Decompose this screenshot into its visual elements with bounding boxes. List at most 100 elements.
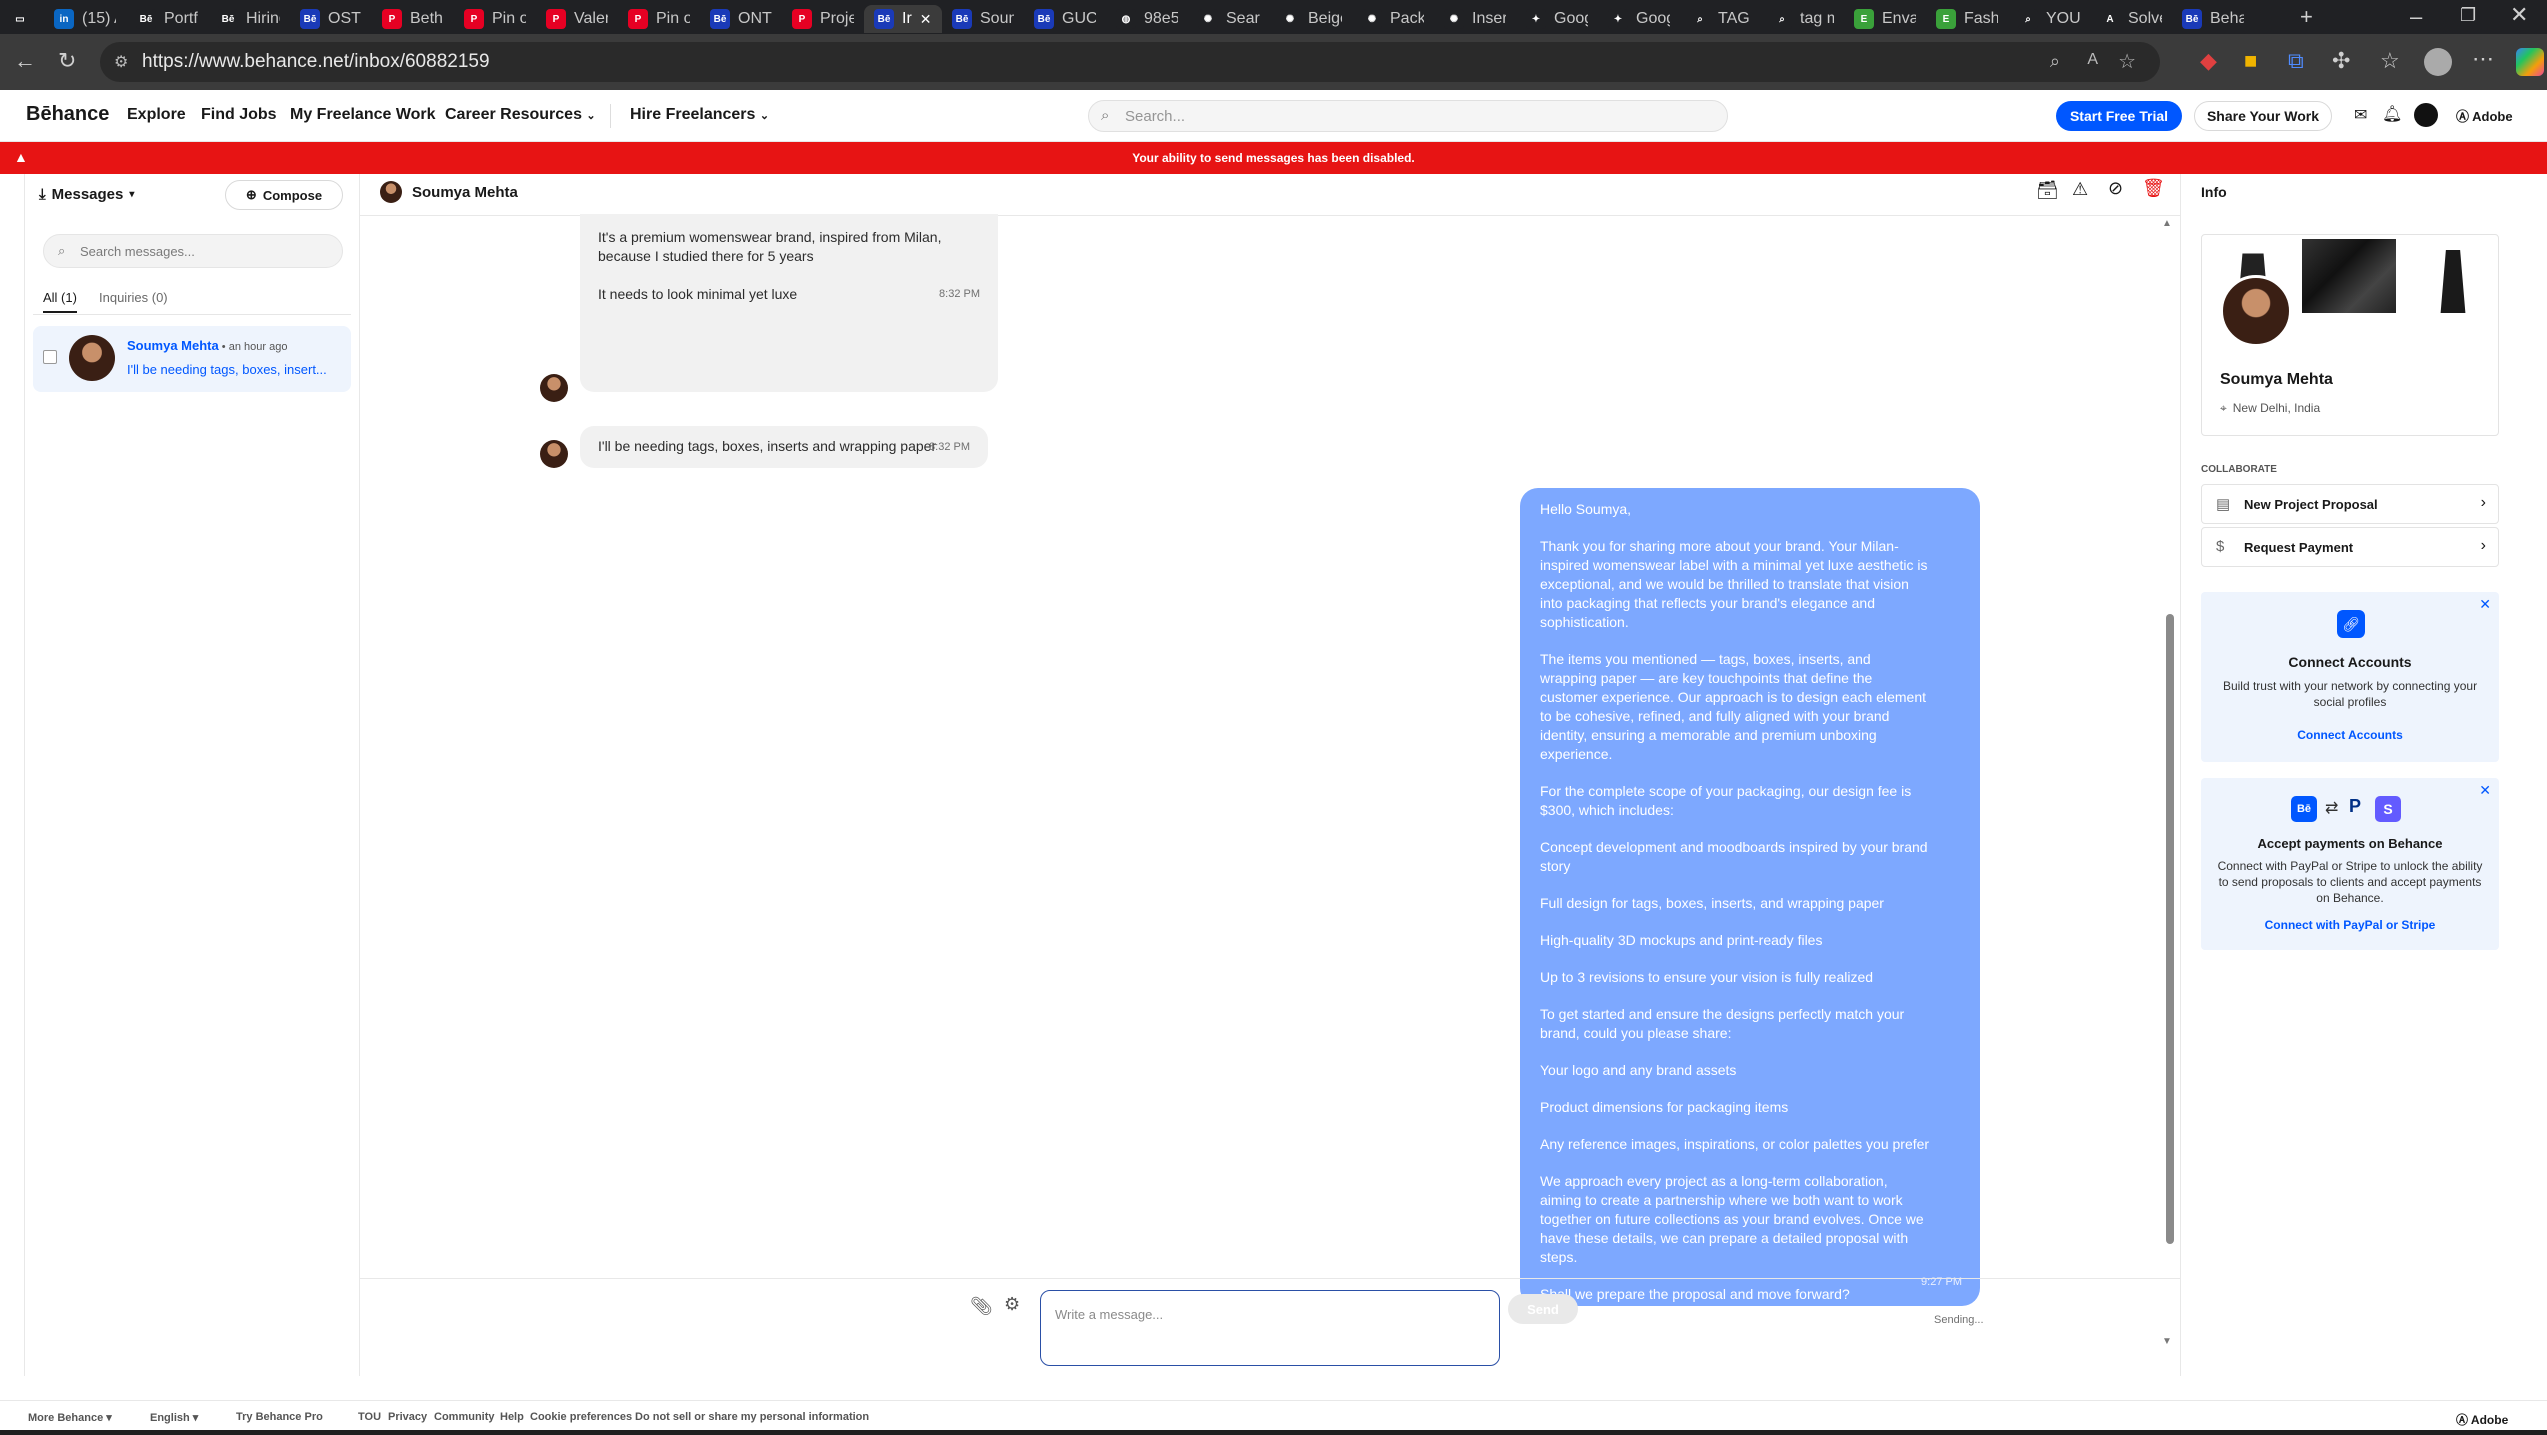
favorites-icon[interactable]: ☆ bbox=[2380, 50, 2400, 72]
browser-tab[interactable]: P Beth bbox=[372, 5, 454, 33]
browser-tab[interactable]: ✺ Beige bbox=[1270, 5, 1352, 33]
settings-gear-icon[interactable]: ⚙ bbox=[1004, 1294, 1020, 1315]
browser-tab[interactable]: Bē Soum bbox=[942, 5, 1024, 33]
close-icon[interactable]: ✕ bbox=[2479, 596, 2491, 613]
footer-community[interactable]: Community bbox=[434, 1411, 495, 1423]
footer-try-pro[interactable]: Try Behance Pro bbox=[236, 1411, 323, 1423]
accept-payments-link[interactable]: Connect with PayPal or Stripe bbox=[2201, 918, 2499, 932]
browser-tab[interactable]: A Solve bbox=[2090, 5, 2172, 33]
extension-color-icon[interactable]: ■ bbox=[2244, 50, 2257, 72]
report-icon[interactable]: ⚠︎ bbox=[2072, 179, 2088, 200]
close-icon[interactable]: ✕ bbox=[2479, 782, 2491, 799]
contact-name[interactable]: Soumya Mehta bbox=[412, 184, 518, 201]
url-field[interactable]: ⚙ https://www.behance.net/inbox/60882159… bbox=[100, 42, 2160, 82]
send-button[interactable]: Send bbox=[1508, 1294, 1578, 1324]
search-messages-input[interactable]: ⌕ Search messages... bbox=[43, 234, 343, 268]
nav-my-freelance-work[interactable]: My Freelance Work bbox=[290, 106, 436, 124]
avatar[interactable] bbox=[2220, 275, 2292, 347]
footer-do-not-sell[interactable]: Do not sell or share my personal informa… bbox=[635, 1411, 869, 1423]
browser-tab[interactable]: ✺ Searc bbox=[1188, 5, 1270, 33]
browser-tab[interactable]: ✺ Packa bbox=[1352, 5, 1434, 33]
scroll-down-icon[interactable]: ▼ bbox=[2162, 1336, 2172, 1347]
scrollbar-thumb[interactable] bbox=[2166, 614, 2174, 1244]
browser-tab[interactable]: Bē Portfo bbox=[126, 5, 208, 33]
browser-tab[interactable]: ◍ 98e5 bbox=[1106, 5, 1188, 33]
bell-icon[interactable]: 🔔︎ bbox=[2382, 104, 2402, 124]
browser-tab[interactable]: Bē Ir ✕ bbox=[864, 5, 942, 33]
footer-cookie-preferences[interactable]: Cookie preferences bbox=[530, 1411, 632, 1423]
minimize-icon[interactable]: – bbox=[2410, 6, 2422, 28]
mail-icon[interactable]: ✉ bbox=[2354, 105, 2367, 125]
new-project-proposal-button[interactable]: ▤ New Project Proposal › bbox=[2201, 484, 2499, 524]
behance-logo[interactable]: Bēhance bbox=[26, 103, 109, 126]
project-thumbnail[interactable] bbox=[2440, 239, 2466, 313]
browser-tab[interactable]: P Pin o bbox=[618, 5, 700, 33]
tab-inquiries[interactable]: Inquiries (0) bbox=[99, 290, 168, 305]
footer-adobe[interactable]: Ⓐ Adobe bbox=[2456, 1411, 2508, 1428]
extension-icon[interactable]: ◆ bbox=[2200, 50, 2217, 72]
archive-icon[interactable]: 🗃︎ bbox=[2036, 180, 2059, 201]
nav-career-resources[interactable]: Career Resources ⌄ bbox=[445, 106, 596, 124]
browser-tab[interactable]: ✺ Insert bbox=[1434, 5, 1516, 33]
start-free-trial-button[interactable]: Start Free Trial bbox=[2056, 101, 2182, 131]
trash-icon[interactable]: 🗑︎ bbox=[2142, 178, 2165, 199]
extension-crop-icon[interactable]: ⧉ bbox=[2288, 50, 2304, 72]
global-search-input[interactable]: ⌕ Search... bbox=[1088, 100, 1728, 132]
browser-tab[interactable]: ⌕ TAG I bbox=[1680, 5, 1762, 33]
close-tab-icon[interactable]: ✕ bbox=[920, 11, 932, 28]
profile-card[interactable]: Soumya Mehta ⌖ New Delhi, India bbox=[2201, 234, 2499, 436]
nav-find-jobs[interactable]: Find Jobs bbox=[201, 106, 277, 124]
compose-button[interactable]: ⊕ Compose bbox=[225, 180, 343, 210]
paperclip-icon[interactable]: 📎︎ bbox=[970, 1296, 993, 1317]
user-avatar[interactable] bbox=[2414, 103, 2438, 127]
extensions-icon[interactable]: ✣ bbox=[2332, 50, 2350, 72]
project-thumbnail[interactable] bbox=[2302, 239, 2396, 313]
footer-language[interactable]: English ▾ bbox=[150, 1411, 198, 1424]
browser-tab[interactable]: in (15) A bbox=[44, 5, 126, 33]
browser-tab[interactable]: P Proje bbox=[782, 5, 864, 33]
share-your-work-button[interactable]: Share Your Work bbox=[2194, 101, 2332, 131]
close-window-icon[interactable]: ✕ bbox=[2510, 4, 2528, 26]
request-payment-button[interactable]: $ Request Payment › bbox=[2201, 527, 2499, 567]
new-tab-icon[interactable]: + bbox=[2300, 6, 2313, 28]
browser-tab[interactable]: Bē Behar bbox=[2172, 5, 2254, 33]
browser-tab[interactable]: P Pin o bbox=[454, 5, 536, 33]
browser-tab[interactable]: ⌕ YOUR bbox=[2008, 5, 2090, 33]
restore-icon[interactable]: ❐ bbox=[2460, 4, 2476, 26]
favorite-star-icon[interactable]: ☆ bbox=[2118, 49, 2136, 74]
profile-avatar-icon[interactable] bbox=[2424, 48, 2452, 76]
browser-tab[interactable]: P Valen bbox=[536, 5, 618, 33]
reload-icon[interactable]: ↻ bbox=[58, 50, 76, 72]
browser-tab[interactable]: E Envat bbox=[1844, 5, 1926, 33]
browser-tab[interactable]: Bē OSTI bbox=[290, 5, 372, 33]
back-icon[interactable]: ← bbox=[14, 50, 36, 72]
browser-tab[interactable]: Bē Hiring bbox=[208, 5, 290, 33]
footer-more-behance[interactable]: More Behance ▾ bbox=[28, 1411, 112, 1424]
thread-checkbox[interactable] bbox=[43, 350, 57, 364]
nav-hire-freelancers[interactable]: Hire Freelancers ⌄ bbox=[630, 106, 769, 124]
browser-tab[interactable]: ✦ Goog bbox=[1598, 5, 1680, 33]
browser-tab[interactable]: ⌕ tag m bbox=[1762, 5, 1844, 33]
connect-accounts-link[interactable]: Connect Accounts bbox=[2201, 728, 2499, 742]
profile-name[interactable]: Soumya Mehta bbox=[2220, 371, 2333, 389]
scroll-up-icon[interactable]: ▲ bbox=[2162, 218, 2172, 229]
adobe-link[interactable]: Ⓐ Adobe bbox=[2456, 106, 2513, 125]
site-info-icon[interactable]: ⚙ bbox=[114, 52, 128, 72]
block-icon[interactable]: ⊘ bbox=[2108, 178, 2123, 199]
footer-help[interactable]: Help bbox=[500, 1411, 524, 1423]
zoom-icon[interactable]: ⌕ bbox=[2050, 51, 2060, 72]
thread-item[interactable]: Soumya Mehta • an hour ago I'll be needi… bbox=[33, 326, 351, 392]
browser-tab[interactable]: ✦ Goog bbox=[1516, 5, 1598, 33]
more-menu-icon[interactable]: ⋯ bbox=[2472, 48, 2494, 70]
read-aloud-icon[interactable]: A bbox=[2087, 51, 2098, 69]
browser-tab[interactable]: E Fashi bbox=[1926, 5, 2008, 33]
browser-tab[interactable]: Bē GUCC bbox=[1024, 5, 1106, 33]
tab-actions-menu[interactable]: ▭ bbox=[0, 5, 44, 33]
messages-dropdown[interactable]: ⤓ Messages ▾ bbox=[39, 186, 134, 203]
nav-explore[interactable]: Explore bbox=[127, 106, 186, 124]
copilot-icon[interactable] bbox=[2516, 48, 2544, 76]
footer-privacy[interactable]: Privacy bbox=[388, 1411, 427, 1423]
tab-all[interactable]: All (1) bbox=[43, 290, 77, 313]
browser-tab[interactable]: Bē ONTV bbox=[700, 5, 782, 33]
footer-tou[interactable]: TOU bbox=[358, 1411, 381, 1423]
